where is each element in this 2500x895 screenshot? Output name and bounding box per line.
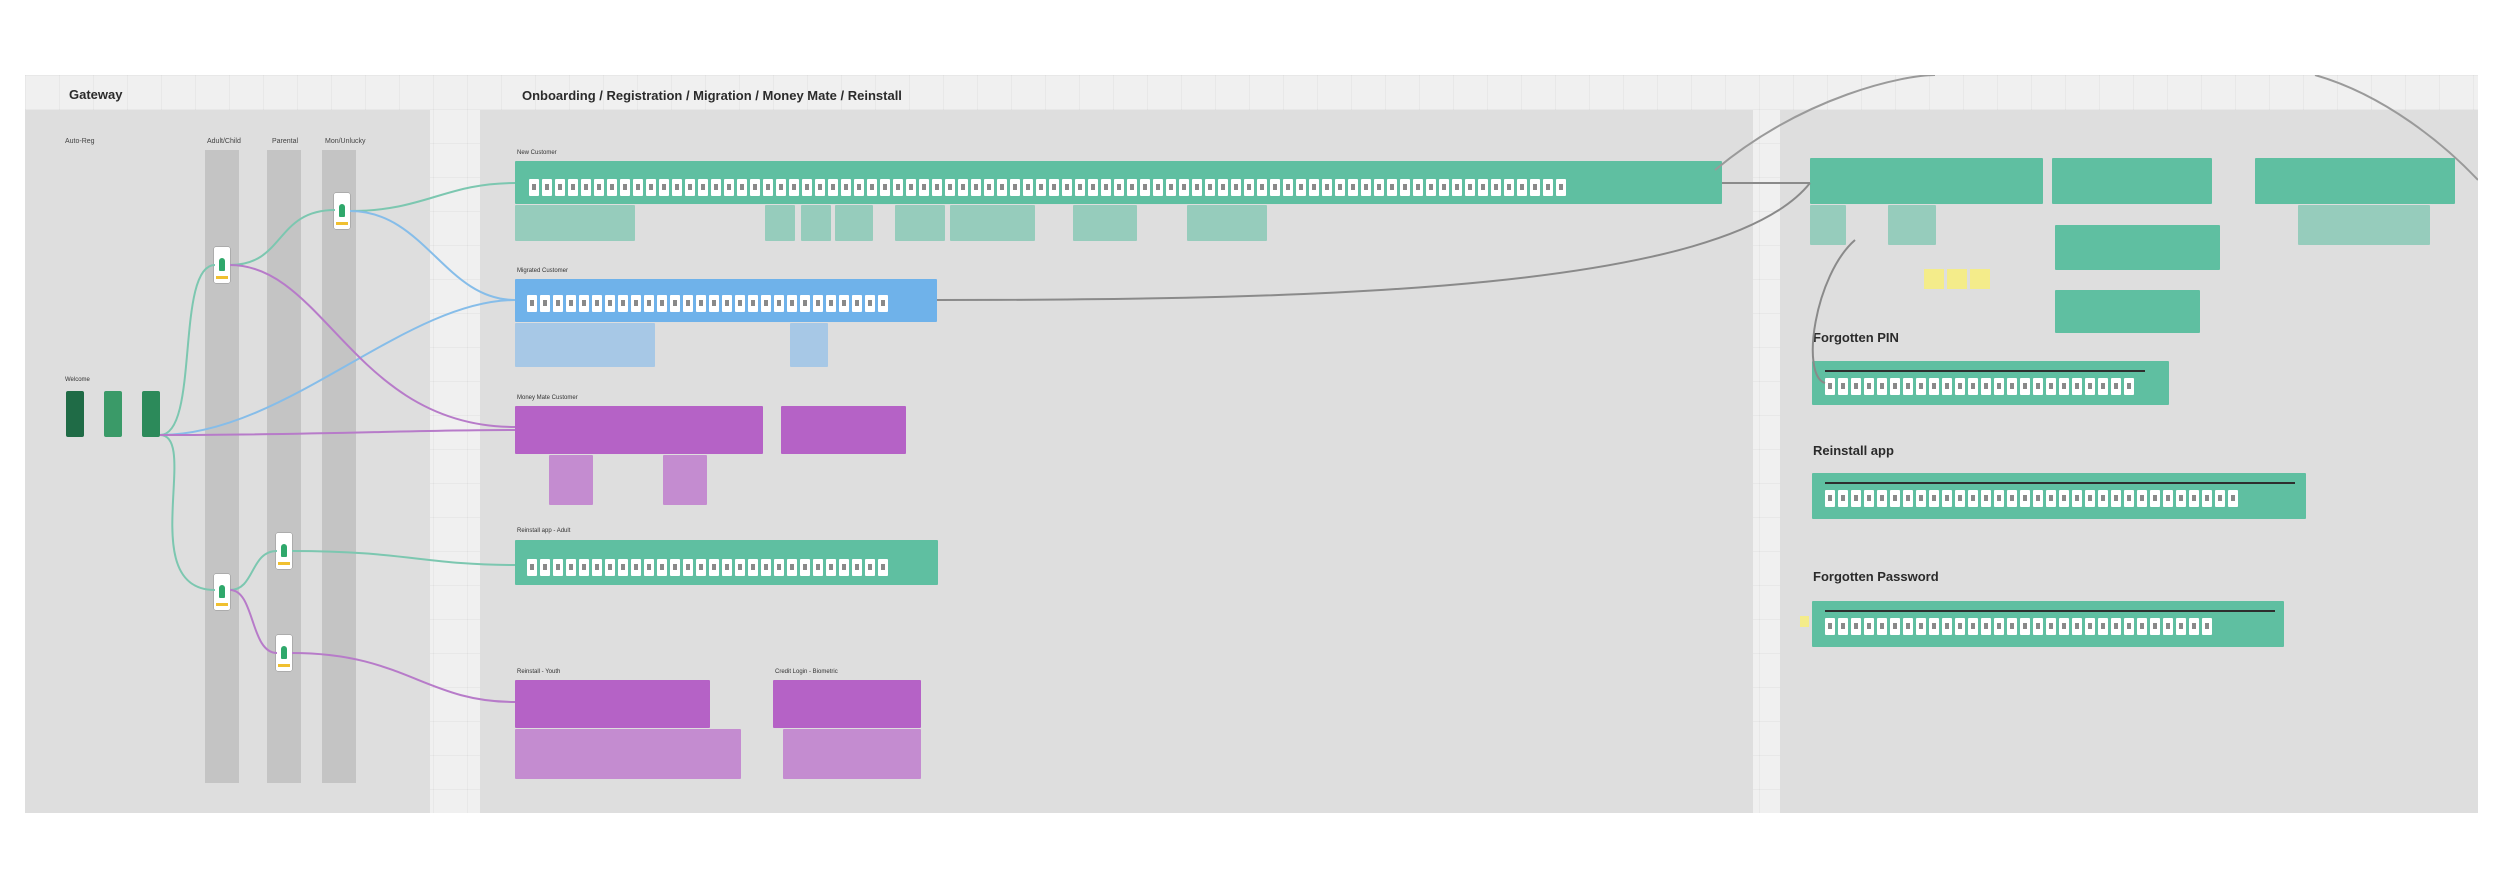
connector-mon-to-new-customer	[349, 182, 516, 212]
connector-adult-to-money-mate	[229, 264, 516, 428]
connector-mon-to-migrated	[349, 210, 516, 301]
flow-connectors	[159, 75, 2478, 703]
connector-top-arc-2	[2314, 75, 2478, 181]
connector-entry-to-money-mate	[159, 429, 516, 436]
connector-entry-to-adult-top	[159, 264, 216, 436]
connector-right-to-forgotten-pin	[1811, 239, 1856, 384]
connector-parental-to-reinstall-youth	[291, 652, 516, 703]
whiteboard-canvas[interactable]: Gateway Auto-Reg Adult/Child Parental Mo…	[25, 75, 2478, 813]
connector-adult-bottom-to-parental	[229, 550, 278, 591]
connector-parental-to-reinstall-adult	[291, 550, 516, 566]
connector-adult-to-mon	[229, 209, 336, 266]
connector-migrated-to-right	[936, 182, 1811, 301]
connector-entry-to-migrated	[159, 299, 516, 436]
connector-adult-bottom-to-parental-2	[229, 589, 278, 654]
connector-top-arc-1	[1714, 75, 1936, 171]
connector-entry-to-adult-bottom	[159, 434, 216, 591]
